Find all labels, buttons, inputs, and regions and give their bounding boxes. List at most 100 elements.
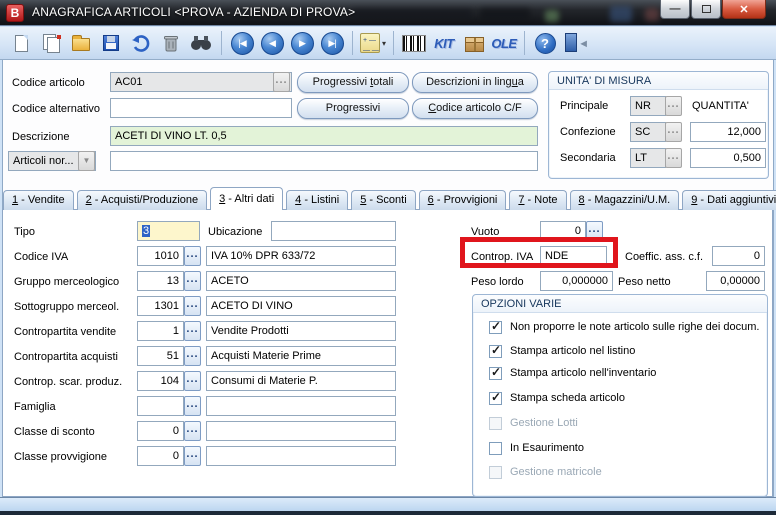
progressivi-button[interactable]: Progressivi (297, 98, 409, 119)
um-confezione-lookup-button[interactable]: ... (665, 122, 682, 142)
descrizioni-in-lingua-button[interactable]: Descrizioni in lingua (412, 72, 538, 93)
um-principale-field[interactable]: NR (630, 96, 666, 116)
nav-previous-icon: ◀ (260, 31, 284, 55)
controp-scar-produz-field[interactable]: 104 (137, 371, 184, 391)
checkbox-stampa-inventario-label: Stampa articolo nell'inventario (510, 367, 657, 379)
help-button[interactable]: ? (531, 29, 559, 57)
sottogruppo-merceol-lookup-button[interactable]: ... (184, 296, 201, 316)
codice-iva-field[interactable]: 1010 (137, 246, 184, 266)
maximize-button[interactable] (691, 0, 721, 19)
checkbox-stampa-scheda[interactable] (489, 390, 502, 405)
qty-confezione-field[interactable]: 12,000 (690, 122, 766, 142)
tab-vendite[interactable]: 1 - Vendite (3, 190, 74, 210)
next-record-button[interactable]: ▶ (288, 29, 316, 57)
sottogruppo-merceol-label: Sottogruppo merceol. (14, 301, 120, 313)
tipo-label: Tipo (14, 226, 35, 238)
checkbox-stampa-listino-label: Stampa articolo nel listino (510, 345, 636, 357)
codice-articolo-cf-button[interactable]: Codice articolo C/F (412, 98, 538, 119)
um-principale-lookup-button[interactable]: ... (665, 96, 682, 116)
classe-provvigione-desc-field (206, 446, 396, 466)
codice-articolo-field[interactable]: AC01 (110, 72, 292, 92)
codice-alternativo-field[interactable] (110, 98, 292, 118)
codice-articolo-lookup-button[interactable]: ... (273, 72, 290, 92)
controp-iva-field[interactable]: NDE (540, 246, 607, 266)
gruppo-merceologico-lookup-button[interactable]: ... (184, 271, 201, 291)
vuoto-field[interactable]: 0 (540, 221, 586, 241)
categoria-dropdown-arrow-icon[interactable]: ▼ (78, 151, 95, 171)
tab-note[interactable]: 7 - Note (509, 190, 567, 210)
controp-scar-produz-lookup-button[interactable]: ... (184, 371, 201, 391)
contropartita-vendite-field[interactable]: 1 (137, 321, 184, 341)
um-confezione-field[interactable]: SC (630, 122, 666, 142)
list-options-button[interactable]: ▾ (359, 29, 387, 57)
tab-listini[interactable]: 4 - Listini (286, 190, 349, 210)
progressivi-totali-button[interactable]: Progressivi totali (297, 72, 409, 93)
new-record-button[interactable] (7, 29, 35, 57)
open-button[interactable] (67, 29, 95, 57)
vuoto-lookup-button[interactable]: ... (586, 221, 603, 241)
classe-provvigione-field[interactable]: 0 (137, 446, 184, 466)
checkbox-gestione-matricole (489, 466, 502, 479)
ubicazione-field[interactable] (271, 221, 396, 241)
nav-last-icon: ▶| (320, 31, 344, 55)
descrizione-field[interactable]: ACETI DI VINO LT. 0,5 (110, 126, 538, 146)
peso-netto-label: Peso netto (618, 276, 671, 288)
tab-dati-aggiuntivi[interactable]: 9 - Dati aggiuntivi (682, 190, 776, 210)
first-record-button[interactable]: |◀ (228, 29, 256, 57)
peso-netto-field[interactable]: 0,00000 (706, 271, 765, 291)
checkbox-in-esaurimento[interactable] (489, 442, 502, 455)
ole-icon: OLE (491, 35, 517, 51)
checkbox-non-proporre-note[interactable] (489, 319, 502, 334)
barcode-button[interactable] (400, 29, 428, 57)
save-button[interactable] (97, 29, 125, 57)
last-record-button[interactable]: ▶| (318, 29, 346, 57)
famiglia-lookup-button[interactable]: ... (184, 396, 201, 416)
tab-provvigioni[interactable]: 6 - Provvigioni (418, 190, 507, 210)
controp-scar-produz-label: Controp. scar. produz. (14, 376, 123, 388)
find-button[interactable] (187, 29, 215, 57)
open-folder-icon (72, 35, 90, 51)
undo-button[interactable] (127, 29, 155, 57)
checkbox-stampa-inventario[interactable] (489, 365, 502, 380)
exit-button[interactable]: ◄ (561, 29, 589, 57)
contropartita-acquisti-lookup-button[interactable]: ... (184, 346, 201, 366)
close-button[interactable]: ✕ (722, 0, 766, 19)
previous-record-button[interactable]: ◀ (258, 29, 286, 57)
save-icon (103, 35, 119, 51)
sottogruppo-merceol-field[interactable]: 1301 (137, 296, 184, 316)
gruppo-merceologico-field[interactable]: 13 (137, 271, 184, 291)
window-title: ANAGRAFICA ARTICOLI <PROVA - AZIENDA DI … (32, 5, 356, 19)
contropartita-vendite-desc-field: Vendite Prodotti (206, 321, 396, 341)
tipo-field[interactable]: 3 (137, 221, 200, 241)
qty-secondaria-field[interactable]: 0,500 (690, 148, 766, 168)
contropartita-acquisti-field[interactable]: 51 (137, 346, 184, 366)
tab-acquisti-produzione[interactable]: 2 - Acquisti/Produzione (76, 190, 208, 210)
um-secondaria-field[interactable]: LT (630, 148, 666, 168)
coeffic-ass-cf-label: Coeffic. ass. c.f. (625, 251, 704, 263)
kit-button[interactable]: KIT (430, 29, 458, 57)
classe-provvigione-lookup-button[interactable]: ... (184, 446, 201, 466)
coeffic-ass-cf-field[interactable]: 0 (712, 246, 765, 266)
codice-iva-lookup-button[interactable]: ... (184, 246, 201, 266)
classe-di-sconto-field[interactable]: 0 (137, 421, 184, 441)
contropartita-vendite-lookup-button[interactable]: ... (184, 321, 201, 341)
delete-button[interactable] (157, 29, 185, 57)
um-secondaria-lookup-button[interactable]: ... (665, 148, 682, 168)
help-icon: ? (534, 32, 556, 54)
duplicate-record-button[interactable] (37, 29, 65, 57)
tab-magazzini-um[interactable]: 8 - Magazzini/U.M. (569, 190, 680, 210)
tab-altri-dati[interactable]: 3 - Altri dati (210, 187, 284, 210)
classe-di-sconto-lookup-button[interactable]: ... (184, 421, 201, 441)
checkbox-stampa-listino[interactable] (489, 343, 502, 358)
minimize-button[interactable]: — (660, 0, 690, 19)
gruppo-merceologico-label: Gruppo merceologico (14, 276, 120, 288)
categoria-descrizione-field[interactable] (110, 151, 538, 171)
duplicate-document-icon (42, 34, 61, 53)
ole-button[interactable]: OLE (490, 29, 518, 57)
codice-iva-label: Codice IVA (14, 251, 69, 263)
tab-sconti[interactable]: 5 - Sconti (351, 190, 416, 210)
title-bar: B ANAGRAFICA ARTICOLI <PROVA - AZIENDA D… (0, 0, 776, 26)
peso-lordo-field[interactable]: 0,000000 (540, 271, 613, 291)
package-button[interactable] (460, 29, 488, 57)
famiglia-field[interactable] (137, 396, 184, 416)
